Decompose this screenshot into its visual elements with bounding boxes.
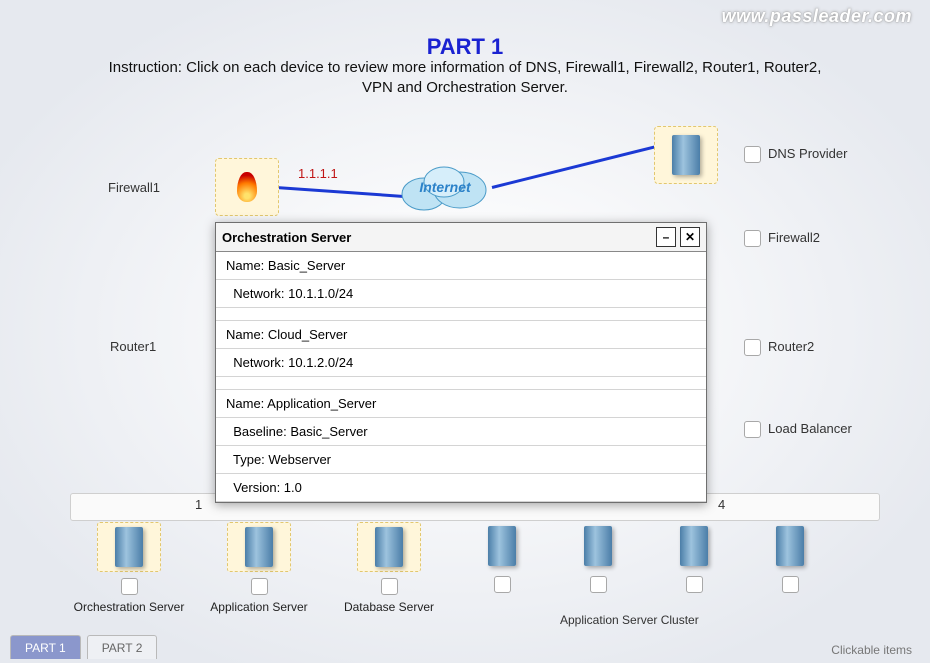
bus-right-text: 4 bbox=[718, 497, 725, 512]
checkbox-orchestration[interactable] bbox=[121, 578, 138, 595]
bus-left-text: 1 bbox=[195, 497, 202, 512]
server-icon bbox=[375, 527, 403, 567]
caption-orchestration: Orchestration Server bbox=[74, 601, 185, 627]
label-dns: DNS Provider bbox=[768, 146, 847, 161]
device-database[interactable] bbox=[357, 522, 421, 572]
popup-titlebar[interactable]: Orchestration Server – ✕ bbox=[216, 223, 706, 252]
close-button[interactable]: ✕ bbox=[680, 227, 700, 247]
popup-title-text: Orchestration Server bbox=[222, 230, 351, 245]
firewall-icon bbox=[237, 172, 257, 202]
checkbox-cluster-2[interactable] bbox=[590, 576, 607, 593]
device-application[interactable] bbox=[227, 522, 291, 572]
server-icon bbox=[115, 527, 143, 567]
device-cluster-4[interactable] bbox=[759, 522, 821, 570]
device-cluster-1[interactable] bbox=[471, 522, 533, 570]
label-lb: Load Balancer bbox=[768, 421, 852, 436]
cloud-label: Internet bbox=[419, 179, 470, 195]
server-icon bbox=[776, 526, 804, 566]
label-router1: Router1 bbox=[110, 339, 156, 354]
popup-row: Network: 10.1.2.0/24 bbox=[216, 349, 706, 377]
tab-bar: PART 1 PART 2 bbox=[10, 635, 157, 659]
label-router2: Router2 bbox=[768, 339, 814, 354]
watermark: www.passleader.com bbox=[722, 6, 912, 27]
link-fw1-internet bbox=[276, 186, 406, 198]
device-internet[interactable]: Internet bbox=[390, 156, 500, 218]
popup-row: Version: 1.0 bbox=[216, 474, 706, 502]
label-firewall2: Firewall2 bbox=[768, 230, 820, 245]
bottom-server-row: Orchestration Server Application Server … bbox=[0, 522, 930, 627]
device-cluster-3[interactable] bbox=[663, 522, 725, 570]
popup-row: Name: Basic_Server bbox=[216, 252, 706, 280]
caption-cluster: Application Server Cluster bbox=[560, 613, 699, 627]
instruction-text: Instruction: Click on each device to rev… bbox=[96, 58, 834, 99]
server-icon bbox=[245, 527, 273, 567]
ip-firewall1: 1.1.1.1 bbox=[298, 166, 338, 181]
checkbox-dns[interactable] bbox=[744, 146, 761, 163]
popup-row: Network: 10.1.1.0/24 bbox=[216, 280, 706, 308]
popup-row: Name: Cloud_Server bbox=[216, 321, 706, 349]
server-icon bbox=[680, 526, 708, 566]
caption-database: Database Server bbox=[344, 601, 434, 627]
server-icon bbox=[488, 526, 516, 566]
checkbox-cluster-4[interactable] bbox=[782, 576, 799, 593]
link-internet-dns bbox=[492, 144, 663, 189]
checkbox-application[interactable] bbox=[251, 578, 268, 595]
device-cluster-2[interactable] bbox=[567, 522, 629, 570]
checkbox-database[interactable] bbox=[381, 578, 398, 595]
checkbox-lb[interactable] bbox=[744, 421, 761, 438]
popup-body[interactable]: Name: Basic_Server Network: 10.1.1.0/24 … bbox=[216, 252, 706, 502]
tab-part2[interactable]: PART 2 bbox=[87, 635, 158, 659]
checkbox-router2[interactable] bbox=[744, 339, 761, 356]
minimize-button[interactable]: – bbox=[656, 227, 676, 247]
page-title: PART 1 bbox=[0, 34, 930, 60]
checkbox-cluster-1[interactable] bbox=[494, 576, 511, 593]
tab-part1[interactable]: PART 1 bbox=[10, 635, 81, 659]
label-firewall1: Firewall1 bbox=[108, 180, 160, 195]
server-icon bbox=[672, 135, 700, 175]
caption-application: Application Server bbox=[210, 601, 307, 627]
popup-row: Baseline: Basic_Server bbox=[216, 418, 706, 446]
popup-orchestration: Orchestration Server – ✕ Name: Basic_Ser… bbox=[215, 222, 707, 503]
clickable-items-note: Clickable items bbox=[831, 643, 912, 657]
device-orchestration[interactable] bbox=[97, 522, 161, 572]
server-icon bbox=[584, 526, 612, 566]
checkbox-cluster-3[interactable] bbox=[686, 576, 703, 593]
checkbox-firewall2[interactable] bbox=[744, 230, 761, 247]
popup-row: Name: Application_Server bbox=[216, 390, 706, 418]
popup-row: Type: Webserver bbox=[216, 446, 706, 474]
device-firewall1[interactable] bbox=[215, 158, 279, 216]
device-dns[interactable] bbox=[654, 126, 718, 184]
